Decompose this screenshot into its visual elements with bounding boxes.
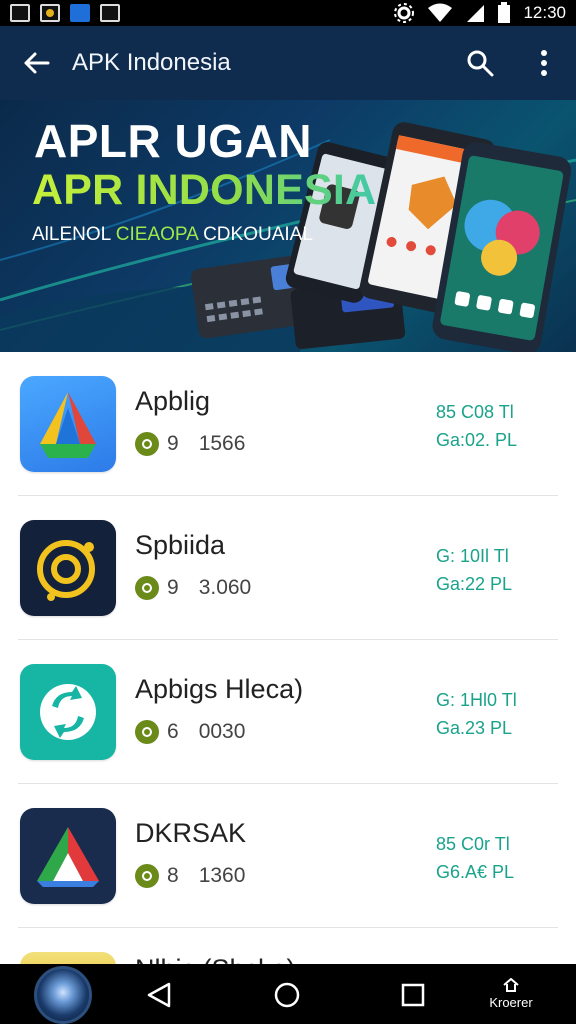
app-notification-icon: [40, 4, 60, 22]
rating-badge-icon: [135, 576, 159, 600]
app-version: Ga.23 PL: [436, 718, 513, 738]
app-size: G: 1Hl0 Tl: [436, 690, 517, 710]
app-list: Apblig 9 1566 85 C08 Tl Ga:02. PL Spbiid…: [0, 352, 576, 992]
page-title: APK Indonesia: [72, 49, 231, 76]
system-nav-bar: Kroerer: [0, 964, 576, 1024]
nav-shortcut[interactable]: Kroerer: [476, 977, 546, 1010]
list-item[interactable]: Apbigs Hleca) 6 0030 G: 1Hl0 Tl Ga.23 PL: [18, 640, 558, 784]
more-vertical-icon: [541, 50, 547, 76]
triangle-logo-icon: [20, 808, 116, 904]
nav-shortcut-label: Kroerer: [489, 995, 533, 1010]
drive-triangle-icon: [20, 376, 116, 472]
status-time: 12:30: [523, 3, 566, 22]
app-download-count: 1566: [198, 432, 246, 455]
banner-subtitle: AlLENOL CIEAOPA CDKOUAIAL: [32, 224, 313, 246]
app-info: G: 10Il Tl Ga:22 PL: [436, 542, 556, 598]
app-name: Spbiida: [135, 530, 226, 560]
triangle-back-icon: [147, 982, 171, 1008]
download-notification-icon: [70, 4, 90, 22]
list-item[interactable]: Apblig 9 1566 85 C08 Tl Ga:02. PL: [18, 352, 558, 496]
search-button[interactable]: [448, 26, 512, 100]
app-name: Apbigs Hleca): [135, 674, 304, 704]
battery-icon: [498, 2, 511, 23]
rating-badge-icon: [135, 864, 159, 888]
promo-banner[interactable]: APLR UGAN APR INDONESIA AlLENOL CIEAOPA …: [0, 100, 576, 352]
circle-home-icon: [274, 982, 300, 1008]
search-icon: [467, 50, 494, 77]
gallery-notification-icon: [100, 4, 120, 22]
banner-subtitle-a: AlLENOL: [32, 224, 116, 245]
sync-bubble-icon: [20, 664, 116, 760]
app-rating: 6: [167, 720, 179, 743]
app-name: Apblig: [135, 386, 211, 416]
rating-badge-icon: [135, 432, 159, 456]
status-bar: 12:30: [0, 0, 576, 26]
back-nav-button[interactable]: [142, 978, 176, 1012]
app-bar: APK Indonesia: [0, 26, 576, 100]
app-download-count: 0030: [198, 720, 246, 743]
overflow-menu-button[interactable]: [512, 26, 576, 100]
app-version: Ga:02. PL: [436, 430, 518, 450]
signal-icon: [467, 5, 485, 22]
app-name: DKRSAK: [135, 818, 247, 848]
arrow-back-icon: [24, 52, 50, 74]
app-download-count: 3.060: [198, 576, 252, 599]
app-meta: 9 3.060: [135, 576, 251, 600]
app-meta: 6 0030: [135, 720, 245, 744]
wifi-icon: [428, 3, 453, 22]
app-info: G: 1Hl0 Tl Ga.23 PL: [436, 686, 556, 742]
square-recents-icon: [401, 983, 425, 1007]
banner-subtitle-b: CIEAOPA: [115, 224, 198, 245]
list-item[interactable]: Spbiida 9 3.060 G: 10Il Tl Ga:22 PL: [18, 496, 558, 640]
app-download-count: 1360: [198, 864, 246, 887]
app-meta: 8 1360: [135, 864, 245, 888]
app-version: Ga:22 PL: [436, 574, 513, 594]
app-size: 85 C0r Tl: [436, 834, 510, 854]
assistant-avatar[interactable]: [34, 966, 92, 1024]
back-button[interactable]: [0, 26, 72, 100]
app-info: 85 C0r Tl G6.A€ PL: [436, 830, 556, 886]
app-rating: 9: [167, 432, 179, 455]
app-rating: 9: [167, 576, 179, 599]
app-size: 85 C08 Tl: [436, 402, 514, 422]
home-nav-button[interactable]: [270, 978, 304, 1012]
recents-nav-button[interactable]: [396, 978, 430, 1012]
app-info: 85 C08 Tl Ga:02. PL: [436, 398, 556, 454]
app-rating: 8: [167, 864, 179, 887]
list-item[interactable]: DKRSAK 8 1360 85 C0r Tl G6.A€ PL: [18, 784, 558, 928]
settings-gear-icon: [394, 3, 415, 23]
ring-target-icon: [20, 520, 116, 616]
rating-badge-icon: [135, 720, 159, 744]
app-size: G: 10Il Tl: [436, 546, 509, 566]
app-meta: 9 1566: [135, 432, 245, 456]
image-notification-icon: [10, 4, 30, 22]
banner-headline: APLR UGAN: [34, 115, 312, 167]
app-version: G6.A€ PL: [436, 862, 515, 882]
banner-headline-secondary: APR INDONESIA: [32, 166, 377, 214]
home-shortcut-icon: [503, 977, 519, 992]
banner-subtitle-c: CDKOUAIAL: [197, 224, 313, 245]
